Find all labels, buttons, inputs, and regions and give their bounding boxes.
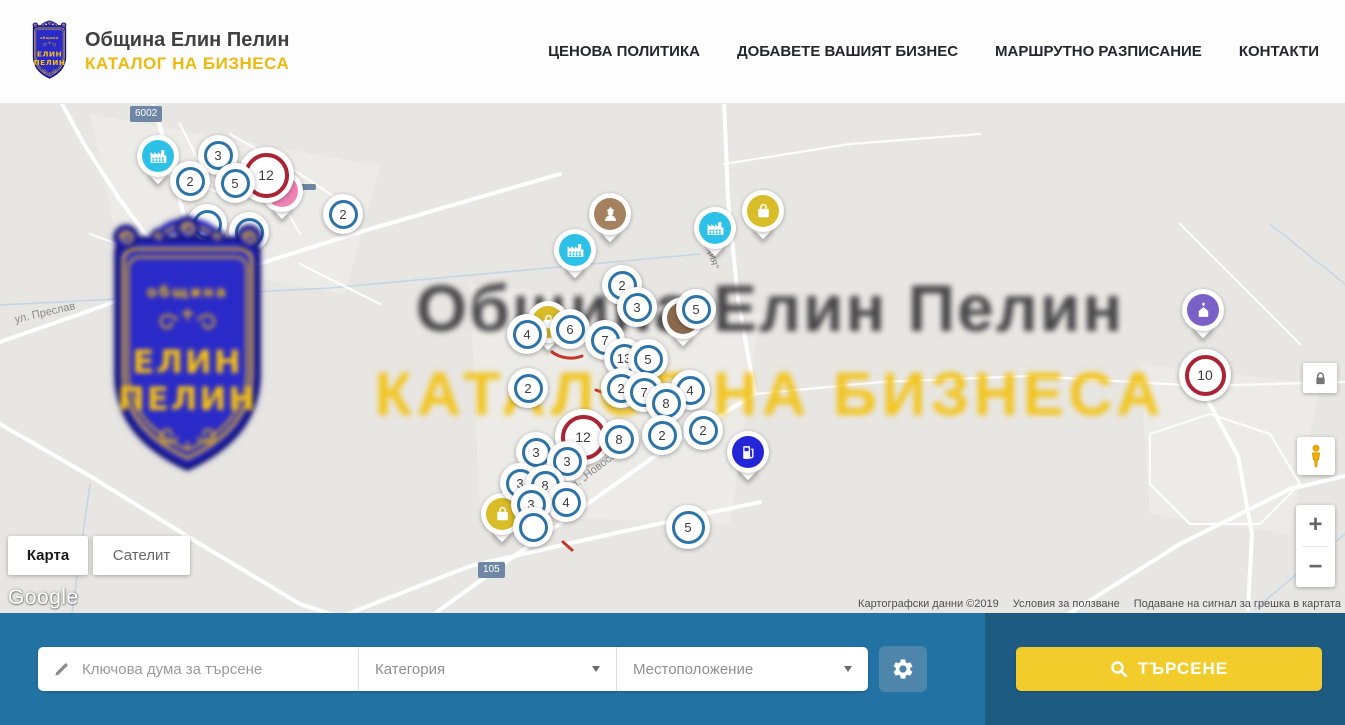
map-type-control: Карта Сателит xyxy=(8,536,190,575)
cluster-marker[interactable]: 5 xyxy=(676,289,716,329)
chevron-down-icon xyxy=(844,666,852,672)
google-logo[interactable]: Google xyxy=(8,586,79,610)
cluster-marker[interactable]: 2 xyxy=(323,194,363,234)
location-select[interactable]: Местоположение xyxy=(616,647,868,691)
gear-icon xyxy=(891,657,915,681)
zoom-in-button[interactable]: + xyxy=(1296,505,1335,546)
nav-contacts[interactable]: КОНТАКТИ xyxy=(1239,43,1319,60)
search-bar: Категория Местоположение ТЪРСЕНЕ xyxy=(0,613,1345,725)
cluster-count: 4 xyxy=(686,383,693,398)
nav-route-schedule[interactable]: МАРШРУТНО РАЗПИСАНИЕ xyxy=(995,43,1202,60)
cluster-count: 2 xyxy=(658,428,665,443)
category-pin[interactable] xyxy=(694,207,736,263)
nav-add-business[interactable]: ДОБАВЕТЕ ВАШИЯТ БИЗНЕС xyxy=(737,43,958,60)
category-pin[interactable] xyxy=(1182,289,1224,345)
svg-text:ЕЛИН: ЕЛИН xyxy=(37,49,62,58)
advanced-search-button[interactable] xyxy=(879,646,927,692)
cluster-count: 2 xyxy=(524,381,531,396)
pegman-icon xyxy=(1307,443,1325,469)
category-pin[interactable] xyxy=(554,229,596,285)
category-pin[interactable] xyxy=(727,431,769,487)
cluster-count: 2 xyxy=(699,423,706,438)
lock-icon xyxy=(1312,370,1329,387)
cluster-count: 8 xyxy=(662,396,669,411)
cluster-count: 2 xyxy=(339,207,346,222)
report-map-error-link[interactable]: Подаване на сигнал за грешка в картата xyxy=(1134,598,1341,610)
map-view-button[interactable]: Карта xyxy=(8,536,88,575)
fuel-pump-icon xyxy=(732,436,764,468)
cluster-marker[interactable]: 8 xyxy=(599,419,639,459)
search-button[interactable]: ТЪРСЕНЕ xyxy=(1016,647,1322,691)
cluster-marker[interactable]: 2 xyxy=(170,161,210,201)
main-nav: ЦЕНОВА ПОЛИТИКА ДОБАВЕТЕ ВАШИЯТ БИЗНЕС М… xyxy=(548,43,1319,60)
category-pin[interactable] xyxy=(742,190,784,246)
construction-worker-icon xyxy=(594,198,626,230)
cluster-count: 5 xyxy=(644,352,651,367)
satellite-view-button[interactable]: Сателит xyxy=(93,536,190,575)
site-logo[interactable]: община ЕЛИН ПЕЛИН Община Елин Пелин КАТА… xyxy=(26,20,289,84)
svg-text:община: община xyxy=(40,35,59,39)
site-subtitle: КАТАЛОГ НА БИЗНЕСА xyxy=(85,54,289,74)
cluster-marker[interactable]: 6 xyxy=(550,309,590,349)
category-select-value: Категория xyxy=(375,661,445,678)
cluster-marker[interactable] xyxy=(187,204,227,244)
cluster-marker[interactable]: 2 xyxy=(508,368,548,408)
cluster-marker[interactable] xyxy=(513,507,553,547)
factory-icon xyxy=(142,140,174,172)
category-select[interactable]: Категория xyxy=(358,647,616,691)
cluster-count: 5 xyxy=(684,520,691,535)
cluster-marker[interactable]: 3 xyxy=(617,287,657,327)
pencil-icon xyxy=(53,661,70,678)
cluster-count: 4 xyxy=(523,327,530,342)
cluster-marker[interactable]: 5 xyxy=(215,163,255,203)
shopping-bag-icon xyxy=(747,195,779,227)
site-title: Община Елин Пелин xyxy=(85,29,289,52)
map-attribution: Картографски данни ©2019 Условия за полз… xyxy=(858,598,1341,610)
cluster-marker[interactable]: 2 xyxy=(683,410,723,450)
zoom-out-button[interactable]: − xyxy=(1296,547,1335,588)
search-button-label: ТЪРСЕНЕ xyxy=(1138,659,1228,679)
cluster-count: 5 xyxy=(231,176,238,191)
keyword-field xyxy=(38,647,358,691)
location-select-value: Местоположение xyxy=(633,661,753,678)
cluster-marker[interactable]: 2 xyxy=(642,415,682,455)
terms-of-use-link[interactable]: Условия за ползване xyxy=(1013,598,1120,610)
cluster-marker[interactable]: 4 xyxy=(546,482,586,522)
cluster-marker[interactable]: 10 xyxy=(1179,349,1231,401)
cluster-marker[interactable]: 5 xyxy=(666,505,710,549)
cluster-marker[interactable] xyxy=(229,212,269,252)
nav-pricing-policy[interactable]: ЦЕНОВА ПОЛИТИКА xyxy=(548,43,700,60)
municipality-emblem-icon: община ЕЛИН ПЕЛИН xyxy=(26,20,73,84)
site-header: община ЕЛИН ПЕЛИН Община Елин Пелин КАТА… xyxy=(0,0,1345,104)
cluster-count: 6 xyxy=(566,322,573,337)
zoom-control: + − xyxy=(1296,505,1335,587)
factory-icon xyxy=(699,212,731,244)
cluster-count: 3 xyxy=(633,300,640,315)
factory-icon xyxy=(559,234,591,266)
chevron-down-icon xyxy=(592,666,600,672)
svg-text:ПЕЛИН: ПЕЛИН xyxy=(34,57,66,66)
cluster-count: 3 xyxy=(563,454,570,469)
map-data-copyright: Картографски данни ©2019 xyxy=(858,598,999,610)
search-field-group: Категория Местоположение xyxy=(38,647,868,691)
cluster-count: 10 xyxy=(1197,367,1213,383)
cluster-count: 8 xyxy=(615,432,622,447)
church-icon xyxy=(1187,294,1219,326)
brand-text: Община Елин Пелин КАТАЛОГ НА БИЗНЕСА xyxy=(85,29,289,74)
cluster-count: 5 xyxy=(692,302,699,317)
cluster-marker[interactable]: 4 xyxy=(507,314,547,354)
keyword-search-input[interactable] xyxy=(80,660,358,679)
cluster-count: 3 xyxy=(532,445,539,460)
markers-layer: 3122522356471351022478221283338435 xyxy=(0,104,1345,613)
map-canvas[interactable]: 6002105ул. Преславбул. „Новоселция“ Общи… xyxy=(0,104,1345,613)
search-icon xyxy=(1110,660,1128,678)
cluster-count: 12 xyxy=(575,429,591,445)
cluster-count: 3 xyxy=(214,148,221,163)
lock-control[interactable] xyxy=(1303,363,1337,393)
cluster-count: 4 xyxy=(562,495,569,510)
street-view-pegman[interactable] xyxy=(1297,437,1335,475)
cluster-count: 2 xyxy=(186,174,193,189)
cluster-count: 12 xyxy=(258,167,274,183)
